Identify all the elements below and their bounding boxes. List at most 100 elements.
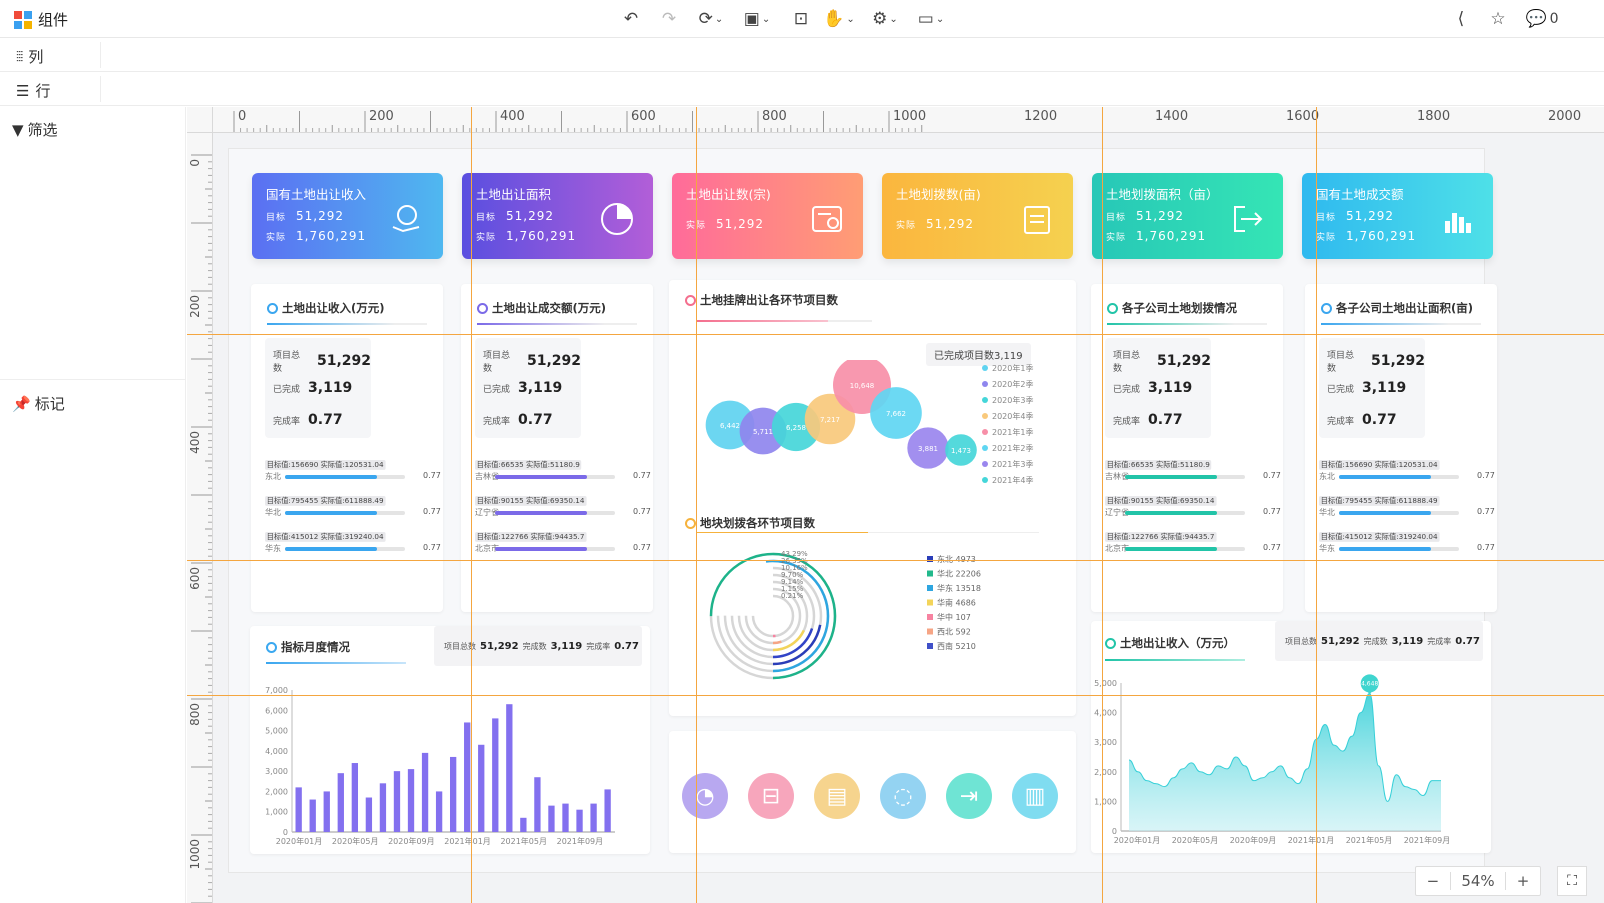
screen-icon[interactable]: ▭ ⌄ <box>914 8 948 30</box>
ticket-icon: ⊟ <box>748 773 794 819</box>
zoom-out-button[interactable]: − <box>1416 872 1450 890</box>
stat-card-title: 各子公司土地划拨情况 <box>1122 301 1237 315</box>
kpi-card[interactable]: 国有土地出让收入 目标 51,292 实际 1,760,291 <box>252 173 443 259</box>
legend-label: 华中 107 <box>937 612 971 622</box>
legend-label: 2021年2季 <box>992 443 1033 453</box>
bar <box>309 799 316 832</box>
progress-fill <box>1125 475 1218 479</box>
bar <box>506 704 513 832</box>
kpi-row-value: 51,292 <box>1136 209 1185 223</box>
settings-icon[interactable]: ⚙ ⌄ <box>868 8 902 30</box>
progress-row: 目标值:795455 实际值:611888.49 华北 0.77 <box>1319 496 1495 532</box>
left-panel: ▼ 筛选 📌 标记 <box>0 107 186 903</box>
app-title: 组件 <box>38 11 69 29</box>
guide-line-vertical[interactable] <box>1316 107 1317 903</box>
monthly-card[interactable]: 指标月度情况 项目总数 51,292 完成数 3,119 完成率 0.77 0 1,00… <box>250 626 650 854</box>
bar <box>323 791 330 832</box>
guide-line-vertical[interactable] <box>696 107 697 903</box>
legend-dot <box>982 429 988 435</box>
bubble-title: 土地挂牌出让各环节项目数 <box>700 293 838 307</box>
ruler-label: 1000 <box>893 109 926 124</box>
ring-chart: 43.29%26.35%10.16%9.70%9.14%1.15%0.21%东北… <box>709 550 981 680</box>
title-underline <box>697 532 1039 533</box>
progress-row: 目标值:156690 实际值:120531.04 东北 0.77 <box>1319 460 1495 496</box>
guide-line-horizontal[interactable] <box>187 560 1604 561</box>
save-icon[interactable]: ▣ ⌄ <box>740 8 774 30</box>
kpi-card[interactable]: 土地出让面积 目标 51,292 实际 1,760,291 <box>462 173 653 259</box>
x-tick-label: 2020年09月 <box>1230 835 1277 845</box>
y-tick-label: 3,000 <box>265 767 288 776</box>
legend-dot <box>982 365 988 371</box>
redo-icon[interactable]: ↷ <box>658 8 680 30</box>
summary-value: 3,119 <box>550 640 583 652</box>
y-tick-label: 6,000 <box>265 706 288 715</box>
fit-screen-icon[interactable]: ⛶ <box>1557 866 1587 896</box>
progress-track <box>1339 475 1459 479</box>
bar <box>449 756 457 832</box>
mark-label: 标记 <box>34 395 65 413</box>
zoom-in-button[interactable]: + <box>1506 872 1540 890</box>
comment-icon[interactable]: 💬 0 <box>1524 8 1560 30</box>
stat-card-title: 土地出让收入(万元) <box>282 301 385 315</box>
mark-section[interactable]: 📌 标记 <box>12 393 65 414</box>
refresh-icon[interactable]: ⟳ ⌄ <box>694 8 728 30</box>
monthly-title: 指标月度情况 <box>281 640 350 654</box>
bubble-ring-card[interactable]: 土地挂牌出让各环节项目数 已完成项目数3,119 6,442 2020年1季 5,7… <box>669 280 1076 716</box>
kpi-card[interactable]: 土地出让数(宗) 实际51,292 <box>672 173 863 259</box>
legend-label: 2020年1季 <box>992 363 1033 373</box>
preview-icon[interactable]: ⊡ <box>790 8 812 30</box>
progress-track <box>285 511 405 515</box>
monthly-bar-chart: 0 1,000 2,000 3,000 4,000 5,000 6,000 7,000 2020… <box>265 686 615 846</box>
bar <box>421 752 429 832</box>
guide-line-horizontal[interactable] <box>187 334 1604 335</box>
export-icon <box>1234 206 1263 232</box>
rows-shelf[interactable]: ☰ 行 <box>0 72 1604 106</box>
bar <box>435 791 443 832</box>
y-tick-label: 4,000 <box>1094 709 1117 718</box>
income-card[interactable]: 土地出让收入（万元） 项目总数 51,292 完成数 3,119 完成率 0.77 0… <box>1091 621 1491 853</box>
legend-swatch <box>927 599 933 606</box>
share-icon[interactable]: ⟨ <box>1450 8 1472 30</box>
components-menu[interactable]: 组件 <box>14 9 68 30</box>
ring-title: 地块划拨各环节项目数 <box>700 516 815 530</box>
legend-label: 华东 13518 <box>937 583 981 593</box>
kpi-row-value: 51,292 <box>926 217 975 231</box>
x-tick-label: 2021年09月 <box>557 836 604 846</box>
ruler-label: 600 <box>631 109 656 124</box>
kpi-card[interactable]: 国有土地成交额 目标 51,292 实际 1,760,291 <box>1302 173 1493 259</box>
ruler-corner[interactable] <box>187 107 213 133</box>
summary-value: 51,292 <box>1370 353 1425 369</box>
legend-swatch <box>927 643 933 649</box>
progress-list: 目标值:66535 实际值:51180.9 吉林省 0.77 目标值:90155… <box>475 460 651 568</box>
kpi-row-label: 目标 <box>476 213 497 223</box>
progress-row: 目标值:795455 实际值:611888.49 华北 0.77 <box>265 496 441 532</box>
star-icon[interactable]: ☆ <box>1487 8 1509 30</box>
kpi-card[interactable]: 土地划拨数(亩) 实际 51,292 <box>882 173 1073 259</box>
guide-line-vertical[interactable] <box>1102 107 1103 903</box>
columns-icon: ⦙⦙⦙ <box>16 48 23 65</box>
y-tick-label: 5,000 <box>1094 679 1117 688</box>
guide-line-vertical[interactable] <box>471 107 472 903</box>
bar <box>337 773 344 832</box>
rows-label: 行 <box>35 82 51 100</box>
pin-icon: 📌 <box>12 394 31 413</box>
progress-rate: 0.77 <box>633 507 651 516</box>
progress-rate: 0.77 <box>1477 471 1495 480</box>
ruler-label: 200 <box>369 109 394 124</box>
undo-icon[interactable]: ↶ <box>620 8 642 30</box>
x-tick-label: 2020年01月 <box>1114 835 1161 845</box>
title-underline <box>477 323 637 325</box>
filter-section[interactable]: ▼ 筛选 <box>12 119 58 140</box>
zoom-level[interactable]: 54% <box>1449 872 1507 890</box>
columns-shelf[interactable]: ⦙⦙⦙ 列 <box>0 38 1604 72</box>
hand-coin-icon <box>392 205 420 233</box>
kpi-row <box>896 237 1059 251</box>
bar <box>576 809 583 832</box>
stat-card-title: 土地出让成交额(万元) <box>492 301 607 315</box>
summary-label: 项目总数 <box>1285 636 1317 646</box>
kpi-row-label: 实际 <box>266 233 287 243</box>
hand-icon[interactable]: ✋ ⌄ <box>822 8 856 30</box>
hand-coin-icon: ◌ <box>880 773 926 819</box>
kpi-card[interactable]: 土地划拨面积（亩） 目标 51,292 实际 1,760,291 <box>1092 173 1283 259</box>
guide-line-horizontal[interactable] <box>187 695 1604 696</box>
